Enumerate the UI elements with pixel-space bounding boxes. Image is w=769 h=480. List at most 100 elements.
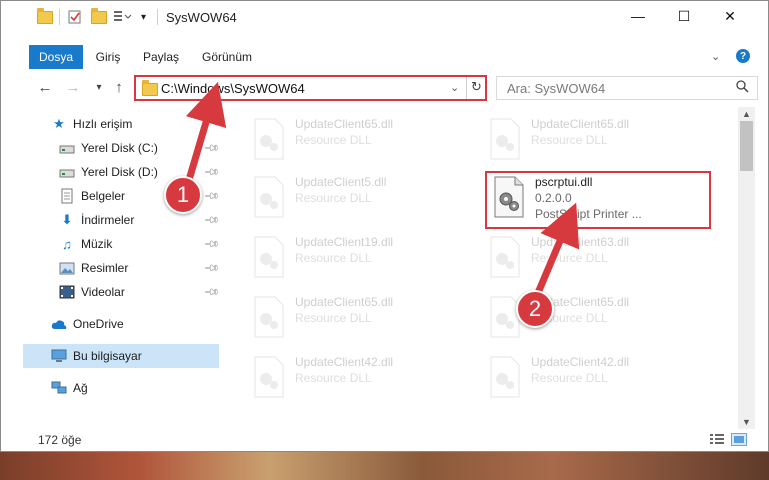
star-icon: ★ [53,116,65,131]
sidebar-item-music[interactable]: ♫ Müzik [59,233,112,255]
tab-file[interactable]: Dosya [29,45,83,69]
file-list: UpdateClient65.dll Resource DLL UpdateCl… [223,107,735,425]
videos-icon [59,284,75,300]
dll-file-icon [490,236,520,278]
arrow-left-icon[interactable]: ← [35,77,55,97]
sidebar-item-pictures[interactable]: Resimler [59,257,128,279]
downloads-icon: ⬇ [61,212,73,227]
file-item[interactable]: UpdateClient65.dll Resource DLL [245,289,465,345]
close-button[interactable]: ✕ [707,1,753,31]
minimize-button[interactable]: — [615,1,661,31]
explorer-window: ▾ SysWOW64 — ☐ ✕ Dosya Giriş Paylaş Görü… [0,0,769,452]
file-type: Resource DLL [295,251,372,265]
music-icon: ♫ [62,236,72,252]
arrow-right-icon[interactable]: → [63,77,83,97]
sidebar-item-label: Ağ [73,381,88,395]
file-item[interactable]: UpdateClient19.dll Resource DLL [245,229,465,285]
dll-file-icon [254,356,284,398]
file-type: Resource DLL [531,133,608,147]
new-folder-icon[interactable] [91,7,107,25]
sidebar-item-label: Videolar [81,285,125,299]
chevron-down-icon[interactable]: ⌄ [450,81,459,94]
maximize-button[interactable]: ☐ [661,1,707,31]
file-item[interactable]: UpdateClient5.dll Resource DLL [245,169,465,225]
sidebar-item-this-pc[interactable]: Bu bilgisayar [51,345,142,367]
file-type: Resource DLL [295,133,372,147]
window-title: SysWOW64 [166,10,237,25]
callout-badge-1: 1 [164,176,202,214]
documents-icon [59,188,75,204]
pin-icon: 📌︎ [202,164,220,181]
file-item[interactable]: UpdateClient42.dll Resource DLL [481,349,701,405]
details-view-icon[interactable] [709,433,725,446]
pin-icon: 📌︎ [202,260,220,277]
pin-icon: 📌︎ [202,236,220,253]
dll-file-icon [254,236,284,278]
tab-view[interactable]: Görünüm [193,45,261,69]
file-type: Resource DLL [531,371,608,385]
vertical-scrollbar[interactable]: ▲ ▼ [738,107,755,429]
cloud-icon [51,316,67,332]
file-item[interactable]: UpdateClient63.dll Resource DLL [481,229,701,285]
address-bar[interactable]: C:\Windows\SysWOW64 ⌄ ↻ [134,75,487,101]
sidebar-item-label: İndirmeler [81,213,135,227]
pin-icon: 📌︎ [202,188,220,205]
callout-badge-2: 2 [516,290,554,328]
search-input[interactable]: Ara: SysWOW64 [496,76,758,100]
sidebar-item-onedrive[interactable]: OneDrive [51,313,124,335]
sidebar-item-label: Resimler [81,261,129,275]
sidebar-item-downloads[interactable]: ⬇ İndirmeler [59,209,135,231]
dll-file-icon [490,118,520,160]
file-item[interactable]: UpdateClient65.dll Resource DLL [245,111,465,167]
desktop-background [0,452,769,480]
tab-home[interactable]: Giriş [85,45,131,69]
large-icons-view-icon[interactable] [731,433,747,446]
sidebar-item-label: Müzik [81,237,113,251]
sidebar-item-disk-c[interactable]: Yerel Disk (C:) [59,137,158,159]
properties-icon[interactable] [67,9,83,25]
file-type: Resource DLL [295,311,372,325]
tab-share[interactable]: Paylaş [135,45,187,69]
folder-icon [37,7,53,25]
scroll-down-icon[interactable]: ▼ [742,417,751,427]
sidebar-item-label: Hızlı erişim [73,117,133,131]
dll-file-icon [254,118,284,160]
status-bar: 172 öğe [1,429,768,451]
arrow-up-icon[interactable]: ↑ [109,77,129,97]
drive-icon [59,140,75,156]
chevron-down-icon[interactable]: ▾ [89,77,109,97]
file-name: UpdateClient63.dll [531,235,630,249]
network-icon [51,380,67,396]
sidebar-item-network[interactable]: Ağ [51,377,88,399]
help-icon[interactable]: ? [736,49,750,63]
sidebar-item-quick-access[interactable]: ★ Hızlı erişim [51,113,132,135]
sidebar-item-videos[interactable]: Videolar [59,281,125,303]
address-path: C:\Windows\SysWOW64 [161,81,305,96]
file-name: UpdateClient65.dll [295,117,394,131]
pictures-icon [59,260,75,276]
chevron-up-icon[interactable]: ⌄ [711,50,720,63]
computer-icon [51,348,67,364]
scroll-thumb[interactable] [740,121,753,171]
pin-icon: 📌︎ [202,212,220,229]
folder-icon [142,80,158,96]
sidebar-item-documents[interactable]: Belgeler [59,185,125,207]
customize-toolbar-icon[interactable]: ▾ [141,9,146,25]
pin-icon: 📌︎ [202,284,220,301]
file-item[interactable]: UpdateClient42.dll Resource DLL [245,349,465,405]
navigation-bar: ← → ▾ ↑ C:\Windows\SysWOW64 ⌄ ↻ Ara: Sys… [1,71,768,103]
file-item[interactable]: UpdateClient65.dll Resource DLL [481,289,701,345]
sidebar-item-disk-d[interactable]: Yerel Disk (D:) [59,161,158,183]
file-item[interactable]: UpdateClient65.dll Resource DLL [481,111,701,167]
drive-icon [59,164,75,180]
file-type: Resource DLL [295,191,372,205]
quick-access-toolbar-icon[interactable] [113,9,133,25]
title-bar: ▾ SysWOW64 — ☐ ✕ [1,1,768,33]
file-name: UpdateClient42.dll [531,355,630,369]
sidebar-item-label: Belgeler [81,189,126,203]
refresh-icon[interactable]: ↻ [471,79,482,95]
ribbon-tabs: Dosya Giriş Paylaş Görünüm ⌄ ? [1,45,768,69]
file-name: UpdateClient65.dll [295,295,394,309]
dll-file-icon [254,176,284,218]
scroll-up-icon[interactable]: ▲ [742,109,751,119]
